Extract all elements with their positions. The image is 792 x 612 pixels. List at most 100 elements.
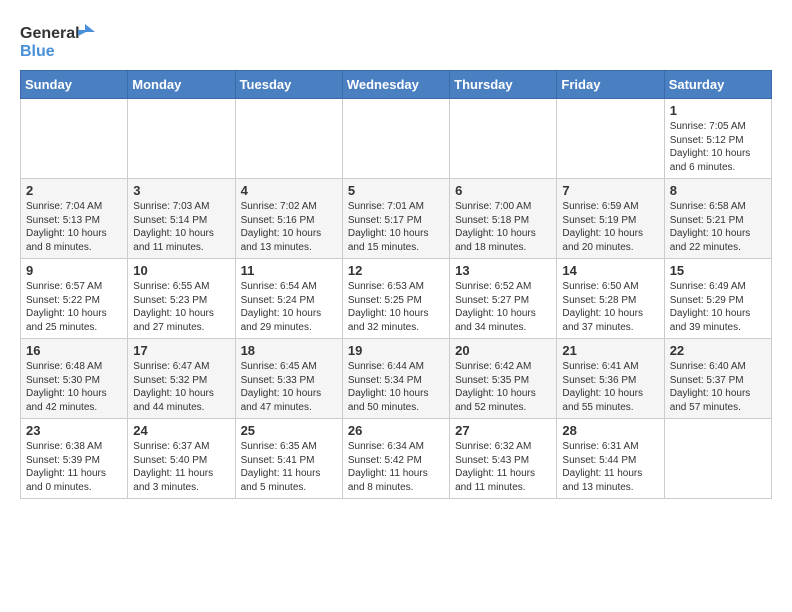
calendar-cell: 4 Sunrise: 7:02 AM Sunset: 5:16 PM Daylig… — [235, 179, 342, 259]
day-number: 3 — [133, 183, 229, 198]
calendar-cell: 10 Sunrise: 6:55 AM Sunset: 5:23 PM Dayli… — [128, 259, 235, 339]
day-number: 8 — [670, 183, 766, 198]
day-number: 15 — [670, 263, 766, 278]
day-number: 17 — [133, 343, 229, 358]
day-info: Sunrise: 6:50 AM Sunset: 5:28 PM Dayligh… — [562, 280, 658, 334]
calendar-cell — [557, 99, 664, 179]
calendar-cell: 23 Sunrise: 6:38 AM Sunset: 5:39 PM Dayli… — [21, 419, 128, 499]
day-info: Sunrise: 6:41 AM Sunset: 5:36 PM Dayligh… — [562, 360, 658, 414]
day-number: 24 — [133, 423, 229, 438]
day-info: Sunrise: 6:34 AM Sunset: 5:42 PM Dayligh… — [348, 440, 444, 494]
calendar-cell: 16 Sunrise: 6:48 AM Sunset: 5:30 PM Dayli… — [21, 339, 128, 419]
day-number: 5 — [348, 183, 444, 198]
day-info: Sunrise: 6:48 AM Sunset: 5:30 PM Dayligh… — [26, 360, 122, 414]
calendar-cell — [128, 99, 235, 179]
day-number: 12 — [348, 263, 444, 278]
calendar-cell: 12 Sunrise: 6:53 AM Sunset: 5:25 PM Dayli… — [342, 259, 449, 339]
day-info: Sunrise: 6:57 AM Sunset: 5:22 PM Dayligh… — [26, 280, 122, 334]
calendar-cell: 15 Sunrise: 6:49 AM Sunset: 5:29 PM Dayli… — [664, 259, 771, 339]
calendar-cell: 26 Sunrise: 6:34 AM Sunset: 5:42 PM Dayli… — [342, 419, 449, 499]
day-number: 4 — [241, 183, 337, 198]
day-number: 13 — [455, 263, 551, 278]
calendar-cell: 27 Sunrise: 6:32 AM Sunset: 5:43 PM Dayli… — [450, 419, 557, 499]
day-number: 22 — [670, 343, 766, 358]
day-number: 20 — [455, 343, 551, 358]
day-info: Sunrise: 6:53 AM Sunset: 5:25 PM Dayligh… — [348, 280, 444, 334]
day-info: Sunrise: 7:04 AM Sunset: 5:13 PM Dayligh… — [26, 200, 122, 254]
calendar-cell: 22 Sunrise: 6:40 AM Sunset: 5:37 PM Dayli… — [664, 339, 771, 419]
day-header-tuesday: Tuesday — [235, 71, 342, 99]
day-info: Sunrise: 6:49 AM Sunset: 5:29 PM Dayligh… — [670, 280, 766, 334]
day-info: Sunrise: 7:02 AM Sunset: 5:16 PM Dayligh… — [241, 200, 337, 254]
day-number: 19 — [348, 343, 444, 358]
day-number: 7 — [562, 183, 658, 198]
day-info: Sunrise: 6:45 AM Sunset: 5:33 PM Dayligh… — [241, 360, 337, 414]
day-number: 28 — [562, 423, 658, 438]
day-info: Sunrise: 6:37 AM Sunset: 5:40 PM Dayligh… — [133, 440, 229, 494]
day-info: Sunrise: 6:44 AM Sunset: 5:34 PM Dayligh… — [348, 360, 444, 414]
day-header-friday: Friday — [557, 71, 664, 99]
calendar-cell: 1 Sunrise: 7:05 AM Sunset: 5:12 PM Daylig… — [664, 99, 771, 179]
day-header-monday: Monday — [128, 71, 235, 99]
day-number: 23 — [26, 423, 122, 438]
calendar-cell — [235, 99, 342, 179]
day-number: 11 — [241, 263, 337, 278]
logo: GeneralBlue — [20, 20, 100, 60]
day-number: 6 — [455, 183, 551, 198]
calendar-cell: 28 Sunrise: 6:31 AM Sunset: 5:44 PM Dayli… — [557, 419, 664, 499]
calendar-cell — [664, 419, 771, 499]
calendar-cell: 18 Sunrise: 6:45 AM Sunset: 5:33 PM Dayli… — [235, 339, 342, 419]
calendar-cell: 17 Sunrise: 6:47 AM Sunset: 5:32 PM Dayli… — [128, 339, 235, 419]
day-info: Sunrise: 6:54 AM Sunset: 5:24 PM Dayligh… — [241, 280, 337, 334]
day-header-saturday: Saturday — [664, 71, 771, 99]
day-header-thursday: Thursday — [450, 71, 557, 99]
day-number: 26 — [348, 423, 444, 438]
day-number: 25 — [241, 423, 337, 438]
calendar-table: SundayMondayTuesdayWednesdayThursdayFrid… — [20, 70, 772, 499]
day-header-wednesday: Wednesday — [342, 71, 449, 99]
day-info: Sunrise: 6:31 AM Sunset: 5:44 PM Dayligh… — [562, 440, 658, 494]
calendar-cell: 6 Sunrise: 7:00 AM Sunset: 5:18 PM Daylig… — [450, 179, 557, 259]
calendar-cell: 5 Sunrise: 7:01 AM Sunset: 5:17 PM Daylig… — [342, 179, 449, 259]
day-number: 9 — [26, 263, 122, 278]
calendar-cell: 3Sunrise: 7:03 AM Sunset: 5:14 PM Daylig… — [128, 179, 235, 259]
day-number: 10 — [133, 263, 229, 278]
day-number: 27 — [455, 423, 551, 438]
calendar-cell — [450, 99, 557, 179]
day-info: Sunrise: 6:40 AM Sunset: 5:37 PM Dayligh… — [670, 360, 766, 414]
calendar-cell: 8 Sunrise: 6:58 AM Sunset: 5:21 PM Daylig… — [664, 179, 771, 259]
day-info: Sunrise: 7:00 AM Sunset: 5:18 PM Dayligh… — [455, 200, 551, 254]
day-number: 2 — [26, 183, 122, 198]
calendar-cell: 19 Sunrise: 6:44 AM Sunset: 5:34 PM Dayli… — [342, 339, 449, 419]
svg-text:Blue: Blue — [20, 43, 55, 60]
day-info: Sunrise: 6:35 AM Sunset: 5:41 PM Dayligh… — [241, 440, 337, 494]
calendar-cell: 20 Sunrise: 6:42 AM Sunset: 5:35 PM Dayli… — [450, 339, 557, 419]
logo-svg: GeneralBlue — [20, 20, 100, 60]
week-row-4: 16 Sunrise: 6:48 AM Sunset: 5:30 PM Dayli… — [21, 339, 772, 419]
day-number: 21 — [562, 343, 658, 358]
day-info: Sunrise: 7:01 AM Sunset: 5:17 PM Dayligh… — [348, 200, 444, 254]
week-row-3: 9 Sunrise: 6:57 AM Sunset: 5:22 PM Daylig… — [21, 259, 772, 339]
day-number: 16 — [26, 343, 122, 358]
day-info: Sunrise: 6:38 AM Sunset: 5:39 PM Dayligh… — [26, 440, 122, 494]
day-number: 18 — [241, 343, 337, 358]
week-row-2: 2 Sunrise: 7:04 AM Sunset: 5:13 PM Daylig… — [21, 179, 772, 259]
calendar-cell: 9 Sunrise: 6:57 AM Sunset: 5:22 PM Daylig… — [21, 259, 128, 339]
calendar-cell: 21 Sunrise: 6:41 AM Sunset: 5:36 PM Dayli… — [557, 339, 664, 419]
day-info: Sunrise: 6:52 AM Sunset: 5:27 PM Dayligh… — [455, 280, 551, 334]
calendar-cell: 25 Sunrise: 6:35 AM Sunset: 5:41 PM Dayli… — [235, 419, 342, 499]
day-info: Sunrise: 6:47 AM Sunset: 5:32 PM Dayligh… — [133, 360, 229, 414]
day-info: Sunrise: 6:55 AM Sunset: 5:23 PM Dayligh… — [133, 280, 229, 334]
day-info: Sunrise: 6:32 AM Sunset: 5:43 PM Dayligh… — [455, 440, 551, 494]
day-info: Sunrise: 6:42 AM Sunset: 5:35 PM Dayligh… — [455, 360, 551, 414]
calendar-cell: 24 Sunrise: 6:37 AM Sunset: 5:40 PM Dayli… — [128, 419, 235, 499]
day-info: Sunrise: 7:05 AM Sunset: 5:12 PM Dayligh… — [670, 120, 766, 174]
day-header-sunday: Sunday — [21, 71, 128, 99]
day-info: Sunrise: 6:58 AM Sunset: 5:21 PM Dayligh… — [670, 200, 766, 254]
calendar-cell: 13 Sunrise: 6:52 AM Sunset: 5:27 PM Dayli… — [450, 259, 557, 339]
week-row-1: 1 Sunrise: 7:05 AM Sunset: 5:12 PM Daylig… — [21, 99, 772, 179]
header: GeneralBlue — [20, 20, 772, 60]
day-number: 1 — [670, 103, 766, 118]
calendar-cell — [21, 99, 128, 179]
calendar-cell — [342, 99, 449, 179]
